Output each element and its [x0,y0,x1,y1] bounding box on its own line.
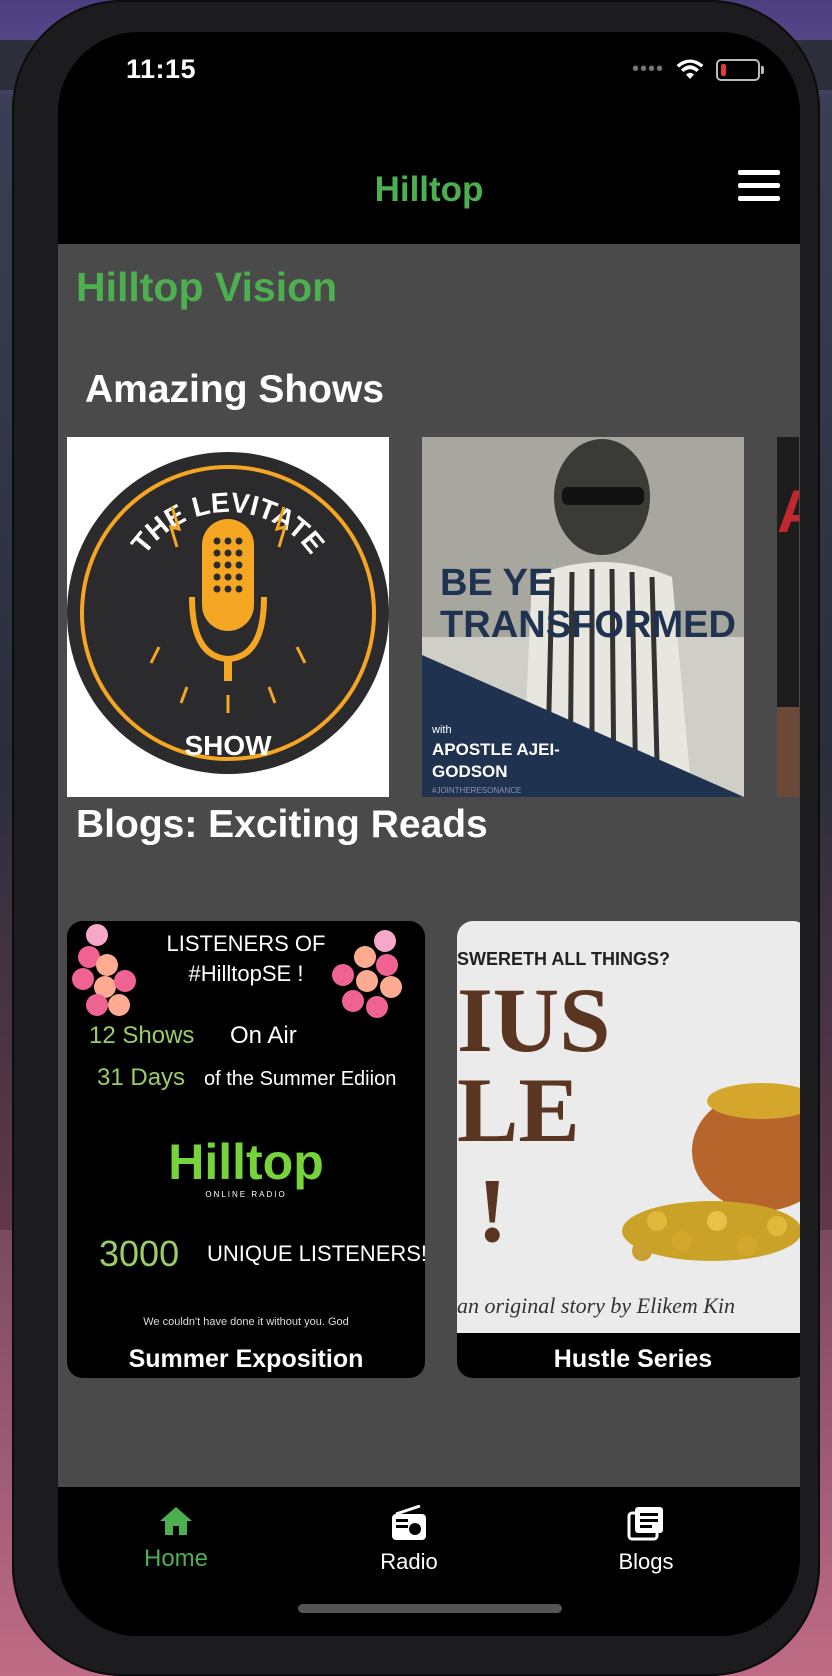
signal-dots: •••• [631,58,664,80]
notch [241,32,617,84]
section-title-shows: Amazing Shows [85,368,385,411]
summer-line2: #HilltopSE ! [189,961,304,986]
app-title: Hilltop [374,170,484,209]
tab-home[interactable]: Home [96,1505,256,1573]
show-card-levitate[interactable]: THE LEVITATE SHOW [67,437,389,797]
hustle-big3: ! [477,1159,508,1261]
hilltop-logo-text: Hilltop [168,1134,324,1190]
transformed-host-1: APOSTLE AJEI- [432,740,560,759]
app-header: Hilltop [58,120,800,244]
transformed-hashtag: #JOINTHERESONANCE [432,786,521,795]
transformed-artwork: BE YE TRANSFORMED with APOSTLE AJEI- GOD… [422,437,744,797]
summer-count: 3000 [99,1233,179,1274]
status-time: 11:15 [126,54,197,84]
show-card-be-ye-transformed[interactable]: BE YE TRANSFORMED with APOSTLE AJEI- GOD… [422,437,744,797]
hustle-big1: IUS [457,969,610,1071]
battery-icon [716,58,764,81]
bottom-tab-bar: Home Radio Blogs [58,1487,800,1636]
section-title-blogs: Blogs: Exciting Reads [76,803,488,846]
blogs-carousel[interactable]: LISTENERS OF #HilltopSE ! 12 Shows 31 Da… [67,921,800,1378]
levitate-artwork: THE LEVITATE SHOW [67,452,389,774]
blog-caption-hustle: Hustle Series [553,1345,713,1373]
tab-radio[interactable]: Radio [329,1505,489,1575]
tab-label-radio: Radio [380,1549,438,1574]
summer-onair: On Air [230,1022,297,1049]
summer-line1: LISTENERS OF [167,931,326,956]
hustle-artwork: SWERETH ALL THINGS? IUS LE ! an original… [457,921,800,1333]
transformed-host-2: GODSON [432,762,508,781]
levitate-show-text: SHOW [184,730,272,761]
transformed-title-1: BE YE [440,562,553,604]
menu-icon[interactable] [738,170,780,202]
status-icons: •••• [631,58,764,81]
blogs-icon [627,1507,663,1541]
blog-card-summer-exposition[interactable]: LISTENERS OF #HilltopSE ! 12 Shows 31 Da… [67,921,425,1378]
tab-blogs[interactable]: Blogs [566,1505,726,1575]
section-title-vision: Hilltop Vision [76,264,338,310]
partial-artwork: A [777,437,799,797]
transformed-with: with [431,724,452,736]
summer-edition: of the Summer Ediion [204,1068,396,1090]
summer-artwork: LISTENERS OF #HilltopSE ! 12 Shows 31 Da… [67,921,425,1341]
partial-letter: A [777,478,799,545]
hustle-big2: LE [457,1059,580,1161]
hilltop-logo-sub: ONLINE RADIO [205,1190,286,1199]
tab-label-blogs: Blogs [618,1549,674,1574]
wifi-icon [676,59,704,79]
summer-shows: 12 Shows [89,1022,194,1049]
hustle-top: SWERETH ALL THINGS? [457,949,670,969]
phone-frame: 11:15 •••• Hilltop Hilltop Vision Amazin… [12,0,820,1676]
tab-label-home: Home [143,1545,209,1572]
summer-days: 31 Days [97,1064,185,1091]
hustle-byline: an original story by Elikem Kin [457,1293,735,1318]
shows-carousel[interactable]: THE LEVITATE SHOW BE YE TRANSFORMED with… [67,437,800,797]
summer-thanks: We couldn't have done it without you. Go… [143,1316,349,1328]
radio-icon [392,1505,426,1540]
home-indicator [298,1604,562,1613]
home-icon [160,1507,192,1535]
blog-caption-summer: Summer Exposition [128,1345,364,1373]
blog-card-hustle-series[interactable]: SWERETH ALL THINGS? IUS LE ! an original… [457,921,800,1378]
show-card-partial[interactable]: A [777,437,799,797]
home-content[interactable]: Hilltop Vision Amazing Shows THE LEVITAT… [58,244,800,1519]
transformed-title-2: TRANSFORMED [440,604,736,646]
screen: 11:15 •••• Hilltop Hilltop Vision Amazin… [58,32,800,1636]
summer-unique: UNIQUE LISTENERS! [207,1241,425,1266]
